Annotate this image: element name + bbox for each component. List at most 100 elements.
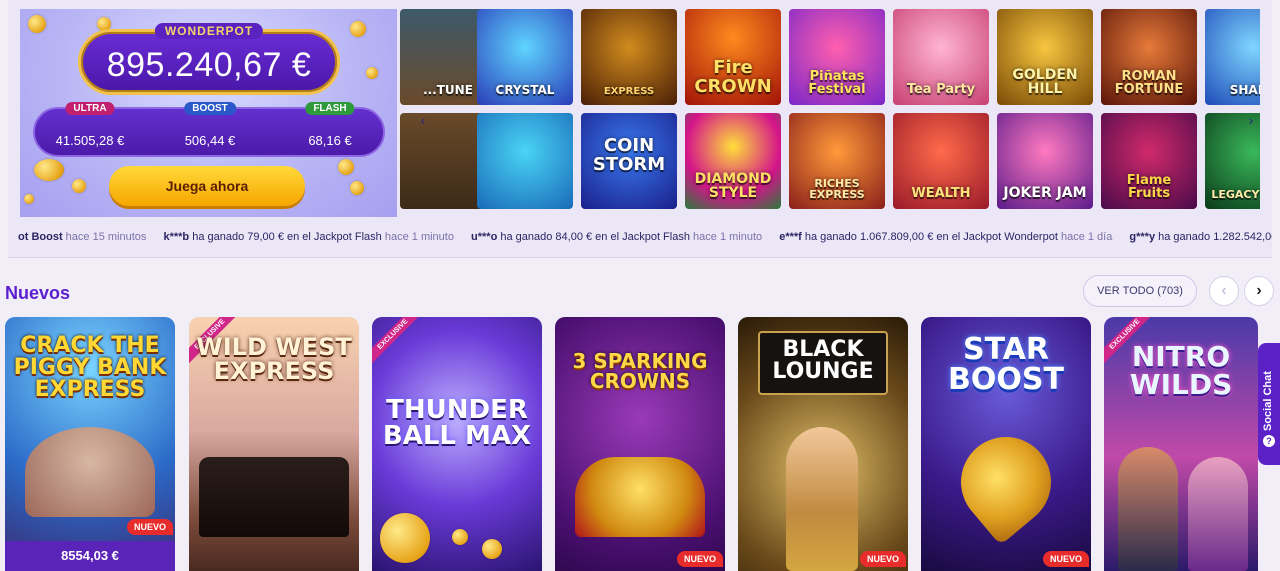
game-tile[interactable]: ROMAN FORTUNE [1101, 9, 1197, 105]
character-illustration [1118, 447, 1178, 571]
coin-decoration [28, 15, 46, 33]
ticker-item: ot Boost hace 15 minutos [18, 231, 149, 243]
ticker-time: hace 1 minuto [693, 231, 763, 243]
train-illustration [199, 457, 349, 537]
coin-decoration [338, 159, 354, 175]
jackpot-games-grid: ...TUNE CRYSTAL EXPRESS Fire CROWN Piñat… [400, 9, 1260, 211]
section-title: Nuevos [5, 283, 71, 303]
chevron-right-icon[interactable]: › [1244, 113, 1258, 127]
game-card[interactable]: EXCLUSIVE NITRO WILDS [1104, 317, 1258, 571]
coin-decoration [34, 159, 64, 181]
game-tile[interactable]: CRYSTAL [477, 9, 573, 105]
ticker-time: hace 1 día [1060, 231, 1113, 243]
tier-ultra-label: ULTRA [65, 102, 115, 115]
ticker-user: g***y [1129, 231, 1156, 243]
game-card[interactable]: CRACK THE PIGGY BANK EXPRESS NUEVO 8554,… [5, 317, 175, 571]
jackpot-price-bar: 8554,03 € [5, 541, 175, 571]
new-badge: NUEVO [676, 551, 723, 567]
game-tile[interactable]: Tea Party [893, 9, 989, 105]
game-card[interactable]: EXCLUSIVE THUNDER BALL MAX [372, 317, 542, 571]
game-card[interactable]: STAR BOOST NUEVO [921, 317, 1091, 571]
see-all-button[interactable]: VER TODO (703) [1083, 275, 1197, 307]
new-badge: NUEVO [859, 551, 906, 567]
game-tile[interactable]: GOLDEN HILL [997, 9, 1093, 105]
ticker-text: ha ganado 84,00 € en el Jackpot Flash [500, 231, 690, 243]
game-tile-title: GOLDEN HILL [1012, 66, 1078, 98]
game-card-title: CRACK THE PIGGY BANK EXPRESS [13, 333, 167, 402]
wonderpot-main-jackpot: WONDERPOT 895.240,67 € [78, 23, 340, 95]
game-card-title: STAR BOOST [948, 332, 1064, 397]
rocket-illustration [942, 418, 1070, 546]
game-tile-title: Tea Party [906, 82, 976, 98]
game-tile[interactable]: Flame Fruits [1101, 113, 1197, 209]
ticker-user: k***b [163, 231, 190, 243]
ticker-user: u***o [471, 231, 498, 243]
ticker-text: ha ganado 1.282.542,00 [1158, 231, 1272, 243]
game-tile-title: COIN STORM [592, 135, 666, 175]
tier-flash-label: FLASH [305, 102, 355, 115]
game-card-title: 3 SPARKING CROWNS [572, 349, 708, 393]
game-tile-title: RICHES EXPRESS [809, 176, 865, 202]
ticker-text: ha ganado 79,00 € en el Jackpot Flash [192, 231, 382, 243]
game-card-title: THUNDER BALL MAX [382, 395, 532, 451]
game-tile-title: Piñatas Festival [808, 68, 866, 98]
wonderpot-amount: 895.240,67 € [106, 46, 312, 84]
coin-decoration [350, 181, 364, 195]
exclusive-ribbon: EXCLUSIVE [372, 317, 429, 371]
new-badge: NUEVO [1042, 551, 1089, 567]
game-tile-title: EXPRESS [603, 85, 655, 97]
game-tile-title: JOKER JAM [1003, 185, 1087, 202]
game-card-title: BLACK LOUNGE [772, 337, 874, 384]
ticker-user: e***f [779, 231, 802, 243]
game-tile-title: ROMAN FORTUNE [1114, 68, 1184, 98]
game-tile[interactable]: DIAMOND STYLE [685, 113, 781, 209]
game-tile[interactable]: WEALTH [893, 113, 989, 209]
ticker-item: g***y ha ganado 1.282.542,00 [1129, 231, 1272, 243]
next-arrow-icon[interactable]: › [1244, 276, 1274, 306]
game-tile[interactable] [477, 113, 573, 209]
tier-boost-value: 506,44 € [184, 133, 236, 148]
game-tile-title: CRYSTAL [495, 83, 555, 98]
game-tile-title: LEGACY LOST [1211, 188, 1260, 202]
game-tile[interactable]: Fire CROWN [685, 9, 781, 105]
game-card[interactable]: 3 SPARKING CROWNS NUEVO [555, 317, 725, 571]
ticker-text: ha ganado 1.067.809,00 € en el Jackpot W… [804, 231, 1058, 243]
social-chat-tab[interactable]: Social Chat ? [1258, 343, 1280, 465]
game-tile[interactable]: RICHES EXPRESS [789, 113, 885, 209]
game-tile[interactable]: Piñatas Festival [789, 9, 885, 105]
ticker-item: u***o ha ganado 84,00 € en el Jackpot Fl… [471, 231, 765, 243]
ticker-time: hace 1 minuto [384, 231, 454, 243]
game-card-title: WILD WEST EXPRESS [196, 333, 352, 385]
game-card[interactable]: BLACK LOUNGE NUEVO [738, 317, 908, 571]
game-tile-title: SHARK [1229, 83, 1260, 98]
jackpot-panel: WONDERPOT 895.240,67 € ULTRA 41.505,28 €… [8, 0, 1272, 258]
game-card[interactable]: EXCLUSIVE WILD WEST EXPRESS [189, 317, 359, 571]
wonderpot-title: WONDERPOT [154, 23, 264, 39]
tier-ultra-value: 41.505,28 € [55, 133, 125, 148]
prev-arrow-icon[interactable]: ‹ [1209, 276, 1239, 306]
game-tile-title: Flame Fruits [1126, 172, 1172, 202]
play-now-button[interactable]: Juega ahora [109, 166, 305, 206]
game-tile[interactable]: SHARK [1205, 9, 1260, 105]
tier-ultra: ULTRA 41.505,28 € [45, 102, 135, 159]
game-card-title: NITRO WILDS [1129, 340, 1233, 401]
hostess-illustration [786, 427, 858, 571]
game-tile[interactable]: JOKER JAM [997, 113, 1093, 209]
tier-flash-value: 68,16 € [308, 133, 352, 148]
ticker-item: e***f ha ganado 1.067.809,00 € en el Jac… [779, 231, 1115, 243]
ticker-item: k***b ha ganado 79,00 € en el Jackpot Fl… [163, 231, 457, 243]
coin-decoration [452, 529, 468, 545]
tier-boost-label: BOOST [184, 102, 236, 115]
wonderpot-card: WONDERPOT 895.240,67 € ULTRA 41.505,28 €… [20, 9, 397, 217]
new-badge: NUEVO [126, 519, 173, 535]
coin-decoration [24, 194, 34, 204]
game-tile[interactable]: EXPRESS [581, 9, 677, 105]
help-icon: ? [1263, 435, 1275, 447]
jackpot-tiers: ULTRA 41.505,28 € BOOST 506,44 € FLASH 6… [33, 102, 385, 159]
crown-illustration [575, 457, 705, 537]
coin-decoration [72, 179, 86, 193]
coin-decoration [350, 21, 366, 37]
tier-boost: BOOST 506,44 € [165, 102, 255, 159]
chevron-left-icon[interactable]: ‹ [416, 113, 430, 127]
game-tile[interactable]: COIN STORM [581, 113, 677, 209]
